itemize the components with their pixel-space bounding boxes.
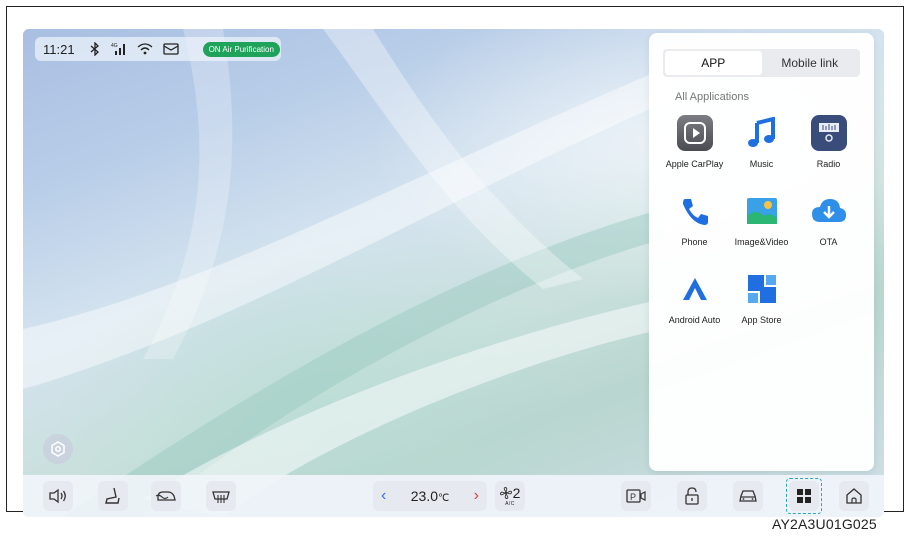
image-gallery-icon — [744, 193, 780, 229]
rear-defrost-icon — [212, 491, 230, 503]
radio-icon — [810, 115, 847, 151]
fan-icon — [499, 486, 512, 499]
app-label: App Store — [741, 315, 782, 325]
home-button[interactable] — [839, 481, 869, 511]
app-image-video[interactable]: Image&Video — [728, 193, 795, 247]
tab-app[interactable]: APP — [665, 51, 762, 75]
app-grid: Apple CarPlay Music Radio Phone Image&Vi… — [661, 115, 862, 325]
vehicle-button[interactable] — [733, 481, 763, 511]
parking-camera-icon: P — [626, 489, 646, 503]
temperature-value: 23.0 — [410, 488, 438, 504]
temperature-decrease-button[interactable]: ‹ — [381, 487, 386, 505]
app-store-icon — [744, 271, 780, 307]
seat-icon — [105, 487, 120, 504]
bluetooth-icon — [89, 41, 101, 57]
seat-button[interactable] — [98, 481, 128, 511]
temperature-unit: ℃ — [438, 493, 450, 504]
status-bar: 11:21 4G ON Air Purification — [35, 37, 281, 61]
fan-speed-button[interactable]: 2 A/C — [495, 481, 525, 511]
fan-level: 2 — [512, 484, 521, 501]
fan-speed-readout: 2 — [499, 484, 521, 501]
cellular-signal-icon: 4G — [111, 41, 127, 57]
wifi-icon — [137, 41, 153, 57]
head-unit-screen: 11:21 4G ON Air Purification APP Mobile … — [23, 29, 884, 517]
cloud-download-icon — [811, 193, 847, 229]
app-android-auto[interactable]: Android Auto — [661, 271, 728, 325]
temperature-increase-button[interactable]: › — [474, 487, 479, 505]
home-icon — [846, 488, 862, 504]
app-label: Radio — [816, 159, 841, 169]
settings-gear-icon — [51, 441, 65, 457]
lock-button[interactable] — [677, 481, 707, 511]
air-purification-badge[interactable]: ON Air Purification — [202, 41, 280, 57]
volume-icon — [49, 488, 66, 504]
lock-icon — [685, 487, 699, 505]
temperature-readout: 23.0℃ — [411, 488, 449, 504]
app-label: Apple CarPlay — [665, 159, 724, 169]
music-note-icon — [744, 115, 780, 151]
apps-grid-icon — [797, 489, 811, 503]
app-label: Phone — [681, 237, 708, 247]
temperature-control: ‹ 23.0℃ › — [373, 481, 487, 511]
app-label: Image&Video — [734, 237, 789, 247]
app-music[interactable]: Music — [728, 115, 795, 169]
svg-text:4G: 4G — [111, 43, 118, 49]
carplay-icon — [676, 115, 713, 151]
rear-defrost-button[interactable] — [206, 481, 236, 511]
car-icon — [739, 490, 757, 502]
settings-button[interactable] — [43, 434, 73, 464]
svg-text:P: P — [630, 492, 636, 502]
android-auto-icon — [677, 271, 713, 307]
car-wash-button[interactable] — [151, 481, 181, 511]
clock: 11:21 — [43, 41, 75, 57]
ac-mode-label: A/C — [505, 500, 515, 507]
app-radio[interactable]: Radio — [795, 115, 862, 169]
app-app-store[interactable]: App Store — [728, 271, 795, 325]
app-phone[interactable]: Phone — [661, 193, 728, 247]
app-label: Music — [749, 159, 774, 169]
apps-grid-button[interactable] — [789, 481, 819, 511]
panel-tabs: APP Mobile link — [663, 49, 860, 77]
app-drawer-panel: APP Mobile link All Applications Apple C… — [649, 33, 874, 471]
bottom-dock: ‹ 23.0℃ › 2 A/C P — [23, 475, 884, 517]
tab-mobile-link[interactable]: Mobile link — [762, 51, 859, 75]
section-title: All Applications — [675, 91, 749, 103]
figure-code: AY2A3U01G025 — [772, 516, 877, 532]
app-apple-carplay[interactable]: Apple CarPlay — [661, 115, 728, 169]
phone-handset-icon — [677, 193, 713, 229]
app-label: OTA — [819, 237, 838, 247]
car-wash-icon — [155, 491, 176, 501]
message-icon — [162, 41, 179, 57]
app-ota[interactable]: OTA — [795, 193, 862, 247]
app-label: Android Auto — [668, 315, 721, 325]
volume-button[interactable] — [43, 481, 73, 511]
parking-camera-button[interactable]: P — [621, 481, 651, 511]
